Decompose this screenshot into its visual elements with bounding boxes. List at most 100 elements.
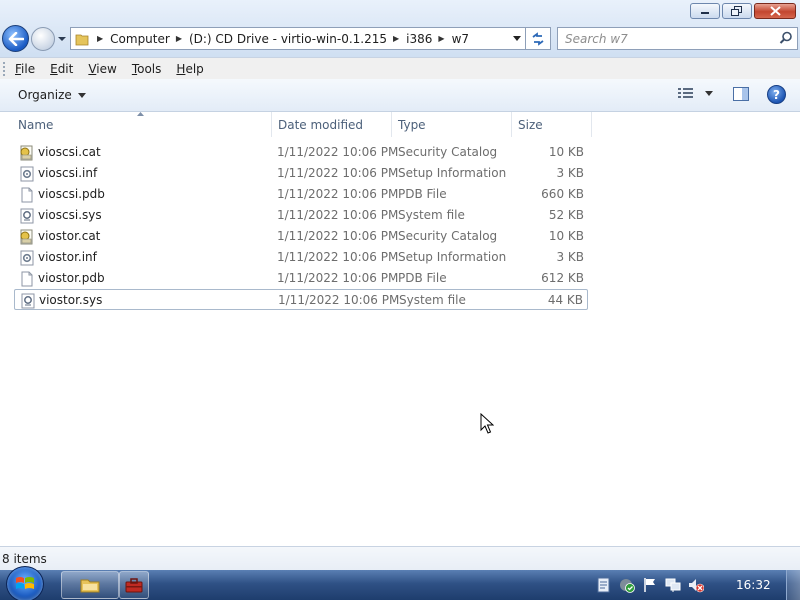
file-name: viostor.inf: [38, 250, 97, 264]
file-row[interactable]: vioscsi.inf 1/11/2022 10:06 PM Setup Infor…: [14, 163, 588, 184]
chevron-down-icon: [77, 92, 86, 98]
file-size: 44 KB: [547, 293, 583, 307]
refresh-icon: [532, 31, 544, 46]
file-type: System file: [398, 208, 465, 222]
address-dropdown-icon[interactable]: [513, 36, 521, 42]
file-row[interactable]: viostor.sys 1/11/2022 10:06 PM System file…: [14, 289, 588, 310]
file-date-modified: 1/11/2022 10:06 PM: [277, 187, 399, 201]
breadcrumb-w7[interactable]: w7: [452, 32, 469, 46]
column-divider[interactable]: [591, 112, 592, 137]
forward-button[interactable]: [31, 27, 55, 51]
clock[interactable]: 16:32: [736, 578, 771, 592]
file-size: 3 KB: [556, 166, 584, 180]
close-icon: [769, 6, 781, 16]
blank-file-icon: [19, 271, 35, 287]
back-button[interactable]: [2, 25, 29, 52]
restore-icon: [731, 6, 742, 16]
organize-label: Organize: [18, 88, 72, 102]
file-date-modified: 1/11/2022 10:06 PM: [277, 208, 399, 222]
menu-tools[interactable]: Tools: [132, 62, 162, 76]
column-header-type[interactable]: Type: [392, 112, 512, 137]
taskbar-app-button[interactable]: [119, 571, 149, 599]
chevron-down-icon: [705, 90, 713, 96]
menu-bar: File Edit View Tools Help: [0, 57, 800, 79]
sort-ascending-icon: [137, 112, 144, 116]
file-row[interactable]: viostor.pdb 1/11/2022 10:06 PM PDB File 612…: [14, 268, 588, 289]
file-name: viostor.sys: [39, 293, 103, 307]
show-desktop-button[interactable]: [786, 570, 800, 600]
start-button[interactable]: [6, 566, 44, 600]
file-size: 10 KB: [548, 145, 584, 159]
document-icon[interactable]: [596, 577, 612, 593]
toolbox-icon: [125, 578, 143, 593]
taskbar: 16:32: [0, 566, 800, 600]
column-header-name[interactable]: Name: [0, 112, 272, 137]
network-icon[interactable]: [665, 577, 681, 593]
refresh-button[interactable]: [526, 27, 551, 50]
taskbar-explorer-button[interactable]: [61, 571, 119, 599]
recent-pages-chevron-icon[interactable]: [57, 35, 67, 43]
menu-edit[interactable]: Edit: [50, 62, 73, 76]
file-size: 10 KB: [548, 229, 584, 243]
column-header-date[interactable]: Date modified: [272, 112, 392, 137]
command-bar: Organize ?: [0, 79, 800, 112]
search-box[interactable]: [557, 27, 798, 50]
breadcrumb-separator-icon[interactable]: ▶: [393, 34, 399, 43]
system-file-icon: [19, 208, 35, 224]
breadcrumb-separator-icon[interactable]: ▶: [438, 34, 444, 43]
preview-pane-icon[interactable]: [733, 87, 749, 101]
file-row[interactable]: vioscsi.sys 1/11/2022 10:06 PM System file…: [14, 205, 588, 226]
minimize-icon: [701, 12, 709, 14]
file-size: 3 KB: [556, 250, 584, 264]
help-button[interactable]: ?: [767, 85, 786, 104]
file-size: 52 KB: [548, 208, 584, 222]
minimize-button[interactable]: [690, 3, 720, 19]
breadcrumb-cd-drive[interactable]: (D:) CD Drive - virtio-win-0.1.215: [189, 32, 387, 46]
close-button[interactable]: [754, 3, 796, 19]
file-size: 612 KB: [541, 271, 584, 285]
system-file-icon: [20, 293, 36, 309]
explorer-folder-icon: [80, 579, 100, 593]
menu-help[interactable]: Help: [176, 62, 203, 76]
change-view-button[interactable]: [678, 87, 713, 99]
file-type: Security Catalog: [398, 145, 498, 159]
catalog-icon: [19, 145, 35, 161]
details-view-icon: [678, 88, 693, 98]
breadcrumb-separator-icon[interactable]: ▶: [176, 34, 182, 43]
menu-grip: [3, 61, 6, 76]
status-bar: 8 items: [0, 546, 800, 570]
search-icon[interactable]: [779, 31, 793, 45]
security-check-icon[interactable]: [619, 577, 635, 593]
address-bar[interactable]: ▶ Computer ▶ (D:) CD Drive - virtio-win-…: [70, 27, 526, 50]
file-row[interactable]: vioscsi.pdb 1/11/2022 10:06 PM PDB File 660…: [14, 184, 588, 205]
column-name-label: Name: [18, 117, 54, 132]
back-arrow-icon: [8, 31, 24, 46]
file-name: vioscsi.pdb: [38, 187, 105, 201]
organize-button[interactable]: Organize: [18, 88, 86, 102]
item-count: 8 items: [2, 551, 47, 566]
breadcrumb-i386[interactable]: i386: [406, 32, 432, 46]
file-row[interactable]: viostor.inf 1/11/2022 10:06 PM Setup Infor…: [14, 247, 588, 268]
search-input[interactable]: [558, 28, 768, 49]
column-header-size[interactable]: Size: [512, 112, 592, 137]
restore-button[interactable]: [722, 3, 752, 19]
breadcrumb-computer[interactable]: Computer: [110, 32, 170, 46]
file-name: viostor.pdb: [38, 271, 105, 285]
menu-file[interactable]: File: [15, 62, 35, 76]
file-date-modified: 1/11/2022 10:06 PM: [277, 250, 399, 264]
file-type: Setup Information: [398, 166, 507, 180]
file-row[interactable]: viostor.cat 1/11/2022 10:06 PM Security Ca…: [14, 226, 588, 247]
menu-view[interactable]: View: [88, 62, 116, 76]
column-type-label: Type: [398, 117, 426, 132]
file-date-modified: 1/11/2022 10:06 PM: [277, 166, 399, 180]
file-row[interactable]: vioscsi.cat 1/11/2022 10:06 PM Security Ca…: [14, 142, 588, 163]
file-type: Setup Information: [398, 250, 507, 264]
help-icon: ?: [773, 87, 780, 102]
file-name: vioscsi.sys: [38, 208, 102, 222]
blank-file-icon: [19, 187, 35, 203]
file-name: vioscsi.cat: [38, 145, 101, 159]
volume-muted-icon[interactable]: [688, 577, 704, 593]
action-center-flag-icon[interactable]: [642, 577, 658, 593]
folder-icon: [73, 28, 91, 50]
breadcrumb-separator-icon[interactable]: ▶: [97, 34, 103, 43]
